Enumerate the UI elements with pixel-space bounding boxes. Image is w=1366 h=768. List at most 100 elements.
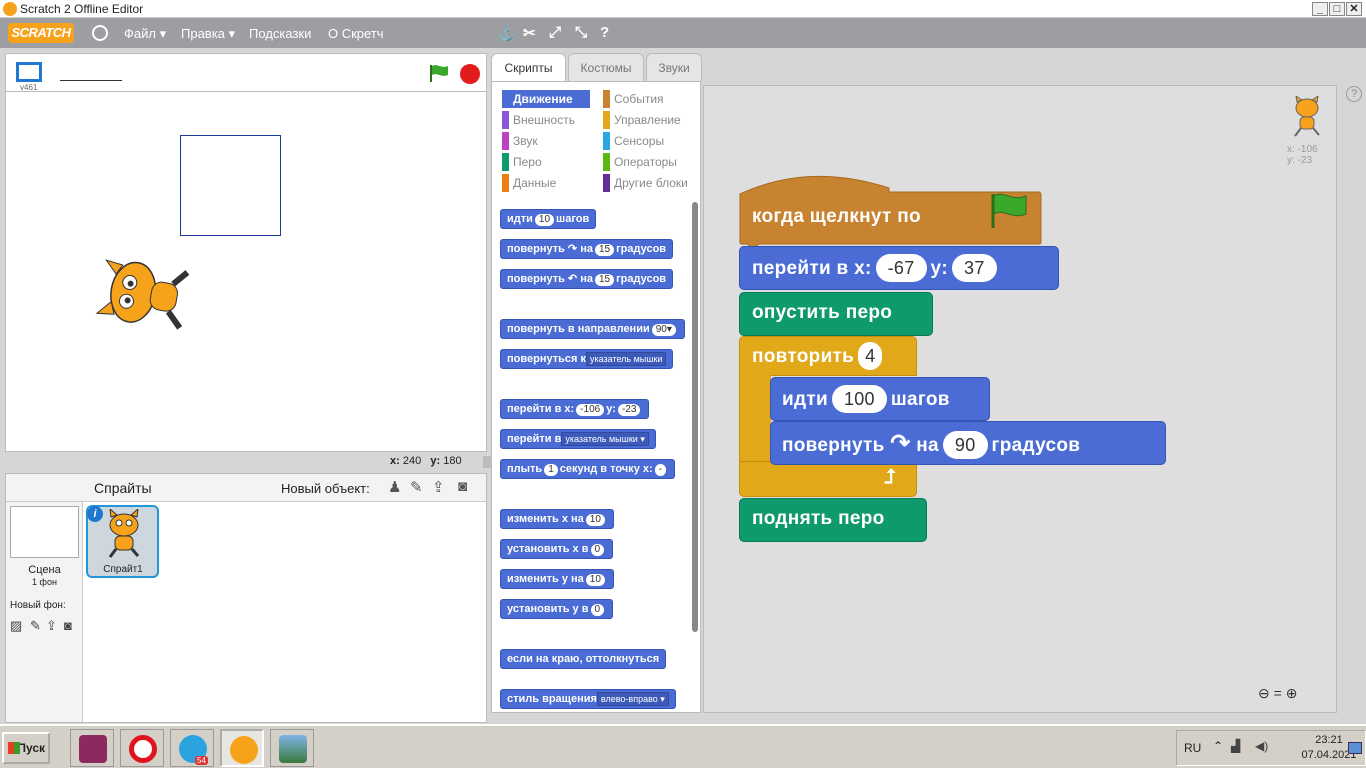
category-more-blocks[interactable]: Другие блоки [603, 174, 691, 192]
choose-sprite-icon[interactable]: ♟ [388, 478, 406, 496]
sprites-title: Спрайты [94, 480, 152, 496]
palette-scrollbar[interactable] [692, 202, 698, 632]
stage-thumbnail[interactable] [10, 506, 79, 558]
language-indicator[interactable]: RU [1184, 741, 1201, 755]
block-change-x[interactable]: изменить х на 10 [500, 509, 614, 529]
minimize-button[interactable]: _ [1312, 2, 1328, 16]
block-change-y[interactable]: изменить y на 10 [500, 569, 614, 589]
block-point-towards[interactable]: повернуться к указатель мышки [500, 349, 674, 369]
stage-canvas[interactable] [5, 91, 487, 452]
block-set-y[interactable]: установить y в0 [500, 599, 614, 619]
shrink-icon[interactable]: ⤡ [575, 24, 587, 41]
duplicate-icon[interactable]: ⚓ [497, 24, 516, 42]
category-pen[interactable]: Перо [502, 153, 590, 171]
script-repeat-arm [739, 375, 771, 461]
scratch-logo[interactable]: SCRATCH [8, 23, 74, 43]
paint-backdrop-icon[interactable]: ✎ [30, 618, 41, 634]
pen-drawn-square [180, 135, 281, 236]
green-flag-icon[interactable] [428, 64, 450, 82]
category-events[interactable]: События [603, 90, 691, 108]
script-turn-degrees[interactable]: повернуть ↷ на 90 градусов [782, 429, 1080, 459]
block-turn-left[interactable]: повернуть ↶ на 15 градусов [500, 269, 674, 289]
block-set-x[interactable]: установить х в0 [500, 539, 614, 559]
cat-thumbnail-icon [108, 509, 140, 558]
tray-expand-icon[interactable]: ⌃ [1213, 739, 1223, 753]
taskbar-telegram[interactable]: 54 [170, 729, 214, 767]
script-pen-down[interactable]: опустить перо [752, 302, 892, 324]
stop-icon[interactable] [460, 64, 480, 84]
taskbar-opera[interactable] [120, 729, 164, 767]
script-move-steps[interactable]: идти 100 шагов [782, 385, 950, 413]
sprites-header: Спрайты Новый объект: ♟ ✎ ⇪ ◙ [6, 474, 486, 502]
scratch-app-icon [3, 2, 17, 16]
block-turn-right[interactable]: повернуть ↷ на 15 градусов [500, 239, 674, 259]
delete-icon[interactable]: ✂ [523, 24, 536, 42]
turn-clockwise-icon: ↷ [890, 430, 911, 457]
script-pen-up[interactable]: поднять перо [752, 508, 885, 530]
collapse-stage-handle[interactable] [483, 456, 491, 468]
network-icon[interactable]: ▟ [1231, 739, 1240, 753]
upload-sprite-icon[interactable]: ⇪ [432, 478, 450, 496]
cat-sprite-image[interactable] [88, 244, 198, 344]
project-name-field[interactable] [60, 67, 122, 81]
green-flag-icon [991, 193, 1027, 228]
block-point-direction[interactable]: повернуть в направлении 90▾ [500, 319, 685, 339]
category-sound[interactable]: Звук [502, 132, 590, 150]
script-hat-when-flag[interactable]: когда щелкнут по [752, 206, 921, 228]
new-backdrop-label: Новый фон: [10, 600, 66, 611]
block-rotation-style[interactable]: стиль вращения влево-вправо ▾ [500, 689, 676, 709]
taskbar-winrar[interactable] [70, 729, 114, 767]
block-bounce[interactable]: если на краю, оттолкнуться [500, 649, 667, 669]
tab-sounds[interactable]: Звуки [646, 53, 702, 81]
script-repeat[interactable]: повторить 4 [752, 342, 886, 370]
category-looks[interactable]: Внешность [502, 111, 590, 129]
taskbar-image-viewer[interactable] [270, 729, 314, 767]
scratch-cat-icon [230, 736, 258, 764]
menu-file[interactable]: Файл ▾ [124, 26, 166, 42]
tab-scripts[interactable]: Скрипты [491, 53, 566, 82]
sprite1-label: Спрайт1 [103, 564, 143, 575]
category-list: Движение Внешность Звук Перо Данные Собы… [492, 82, 702, 195]
new-sprite-label: Новый объект: [281, 481, 370, 496]
loop-arrow-icon: ⮥ [884, 466, 896, 488]
choose-backdrop-icon[interactable]: ▨ [10, 618, 22, 634]
category-control[interactable]: Управление [603, 111, 691, 129]
upload-backdrop-icon[interactable]: ⇪ [46, 618, 57, 634]
start-button[interactable]: Пуск [2, 732, 50, 764]
maximize-button[interactable]: □ [1329, 2, 1345, 16]
category-data[interactable]: Данные [502, 174, 590, 192]
block-goto[interactable]: перейти в указатель мышки ▾ [500, 429, 656, 449]
show-desktop-icon[interactable] [1348, 742, 1362, 754]
tab-costumes[interactable]: Костюмы [568, 53, 644, 81]
category-operators[interactable]: Операторы [603, 153, 691, 171]
block-glide[interactable]: плыть 1 секунд в точку x: - [500, 459, 675, 479]
sprite1-thumbnail[interactable]: i Спрайт1 [86, 505, 159, 578]
taskbar-scratch[interactable] [220, 729, 264, 767]
camera-backdrop-icon[interactable]: ◙ [64, 618, 72, 633]
help-question-icon[interactable]: ? [1346, 86, 1362, 102]
presentation-mode-icon[interactable] [16, 62, 42, 82]
help-icon[interactable]: ? [600, 24, 609, 41]
block-move[interactable]: идти 10 шагов [500, 209, 597, 229]
zoom-out-icon[interactable]: ⊖ [1258, 685, 1270, 701]
block-palette: Движение Внешность Звук Перо Данные Собы… [491, 81, 701, 713]
scripts-area[interactable]: x: -106 y: -23 когда щелкнут по перейти в… [703, 85, 1337, 713]
menu-edit[interactable]: Правка ▾ [181, 26, 235, 42]
paint-sprite-icon[interactable]: ✎ [410, 478, 428, 496]
category-motion[interactable]: Движение [502, 90, 590, 108]
coord-y: 180 [443, 455, 462, 467]
info-icon[interactable]: i [87, 506, 103, 522]
menu-tips[interactable]: Подсказки [249, 26, 311, 41]
language-globe-icon[interactable] [92, 25, 108, 41]
zoom-reset-icon[interactable]: = [1274, 685, 1282, 701]
script-goto-xy[interactable]: перейти в x: -67 y: 37 [752, 254, 1001, 282]
camera-sprite-icon[interactable]: ◙ [458, 478, 476, 496]
category-sensing[interactable]: Сенсоры [603, 132, 691, 150]
close-button[interactable]: ✕ [1346, 2, 1362, 16]
mouse-coordinates: x: 240 y: 180 [390, 455, 462, 467]
volume-icon[interactable]: ◀) [1255, 739, 1268, 753]
block-goto-xy[interactable]: перейти в x: -106 y: -23 [500, 399, 650, 419]
menu-about[interactable]: О Скретч [328, 26, 384, 41]
zoom-in-icon[interactable]: ⊕ [1286, 685, 1298, 701]
grow-icon[interactable]: ⤢ [549, 24, 561, 41]
